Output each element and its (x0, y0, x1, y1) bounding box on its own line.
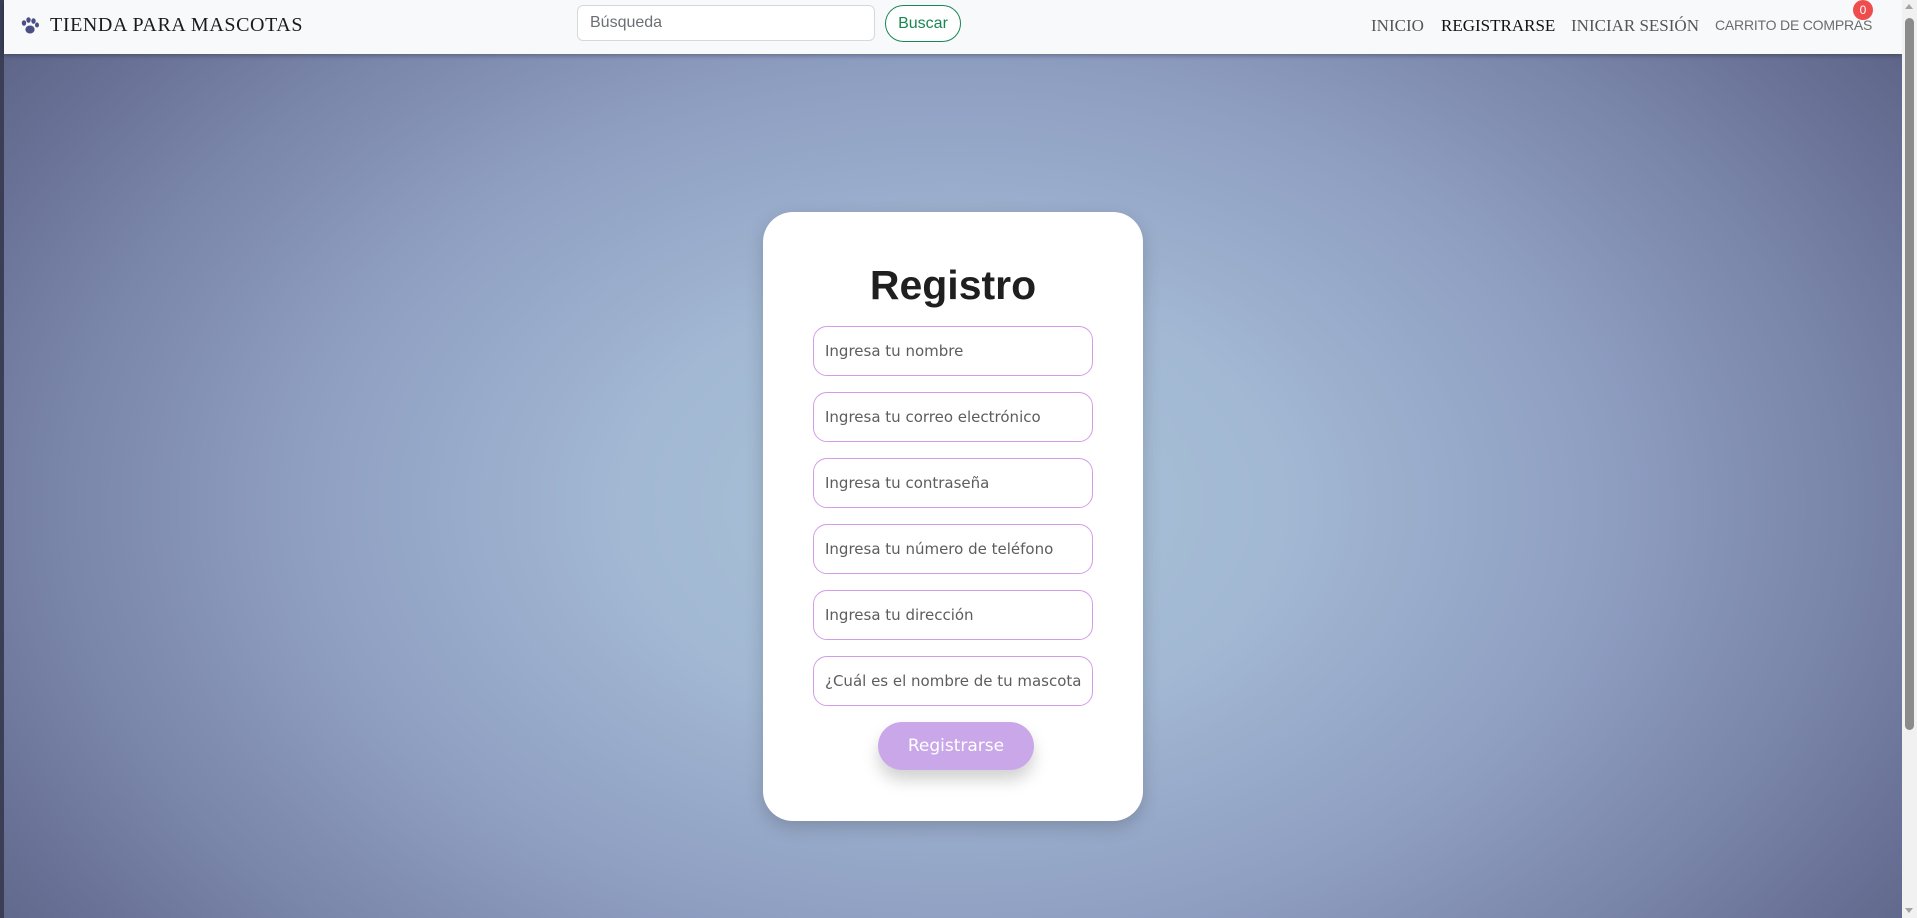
registration-card: Registro Registrarse (763, 212, 1143, 821)
nav-link-carrito[interactable]: CARRITO DE COMPRAS (1715, 17, 1872, 33)
registration-title: Registro (869, 262, 1037, 308)
brand-name: TIENDA PARA MASCOTAS (50, 14, 304, 36)
pet-name-field[interactable] (813, 656, 1093, 706)
scroll-down-arrow-icon[interactable] (1905, 908, 1913, 913)
nav-link-iniciar-sesion[interactable]: INICIAR SESIÓN (1571, 16, 1699, 36)
search-input[interactable] (577, 5, 875, 41)
nav-link-inicio[interactable]: INICIO (1371, 16, 1424, 36)
phone-field[interactable] (813, 524, 1093, 574)
search-button[interactable]: Buscar (885, 5, 961, 42)
vertical-scrollbar[interactable] (1902, 0, 1917, 918)
nav-link-registrarse[interactable]: REGISTRARSE (1441, 16, 1555, 36)
top-navbar: TIENDA PARA MASCOTAS Buscar INICIO REGIS… (4, 0, 1902, 54)
address-field[interactable] (813, 590, 1093, 640)
scroll-up-arrow-icon[interactable] (1905, 4, 1913, 9)
scrollbar-thumb[interactable] (1905, 18, 1914, 730)
name-field[interactable] (813, 326, 1093, 376)
brand-logo[interactable]: TIENDA PARA MASCOTAS (20, 14, 303, 37)
cart-count-badge: 0 (1853, 0, 1873, 20)
page-background: TIENDA PARA MASCOTAS Buscar INICIO REGIS… (4, 0, 1902, 918)
register-button[interactable]: Registrarse (878, 722, 1034, 770)
password-field[interactable] (813, 458, 1093, 508)
email-field[interactable] (813, 392, 1093, 442)
paw-icon (21, 16, 39, 33)
